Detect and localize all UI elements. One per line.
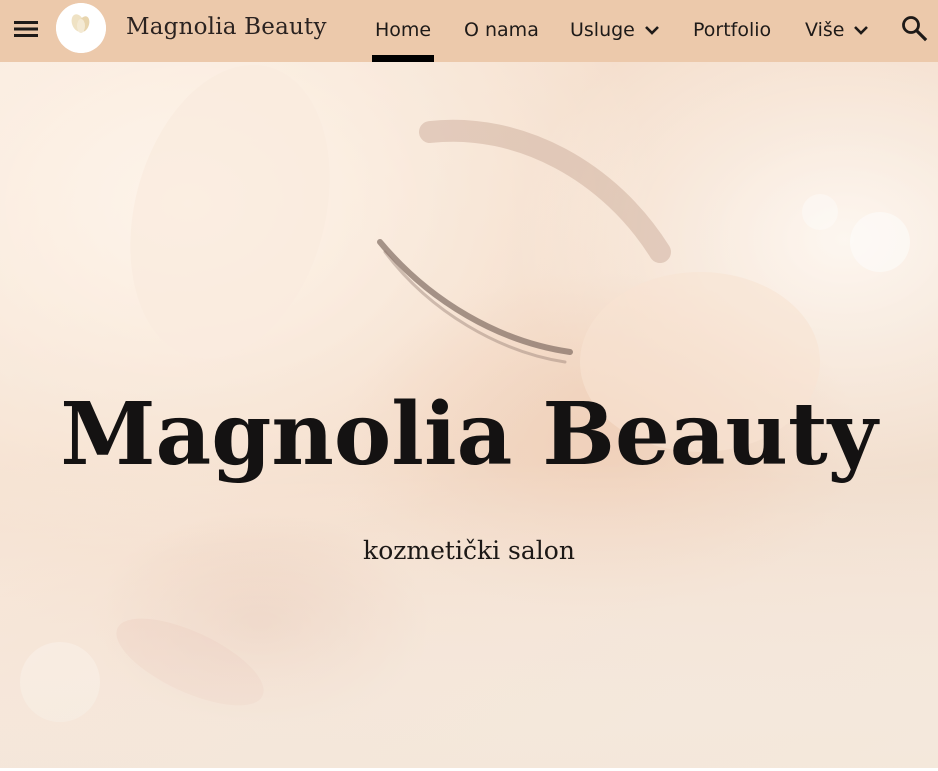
active-nav-indicator	[372, 55, 434, 62]
nav-item-usluge[interactable]: Usluge	[570, 15, 660, 45]
nav-item-portfolio[interactable]: Portfolio	[693, 15, 771, 45]
nav-item-vise[interactable]: Više	[805, 15, 869, 45]
hero-section: Magnolia Beauty kozmetički salon	[0, 62, 938, 771]
site-logo[interactable]	[56, 3, 106, 53]
hamburger-menu-icon[interactable]	[12, 15, 40, 43]
chevron-down-icon[interactable]	[644, 22, 660, 38]
nav-item-label: Portfolio	[693, 19, 772, 41]
nav-item-o-nama[interactable]: O nama	[464, 15, 539, 45]
site-title[interactable]: Magnolia Beauty	[126, 14, 327, 40]
hero-subtitle: kozmetički salon	[363, 536, 575, 565]
chevron-down-icon[interactable]	[853, 22, 869, 38]
nav-item-label: Više	[805, 19, 845, 41]
search-icon[interactable]	[900, 14, 928, 42]
nav-item-label: Home	[375, 19, 432, 41]
nav-item-label: Usluge	[570, 19, 635, 41]
page: Magnolia Beauty Home O nama Usluge Portf…	[0, 0, 938, 771]
site-header: Magnolia Beauty Home O nama Usluge Portf…	[0, 0, 938, 62]
nav-item-label: O nama	[464, 19, 539, 41]
nav-item-home[interactable]: Home	[375, 15, 431, 45]
hero-title: Magnolia Beauty	[60, 384, 878, 485]
